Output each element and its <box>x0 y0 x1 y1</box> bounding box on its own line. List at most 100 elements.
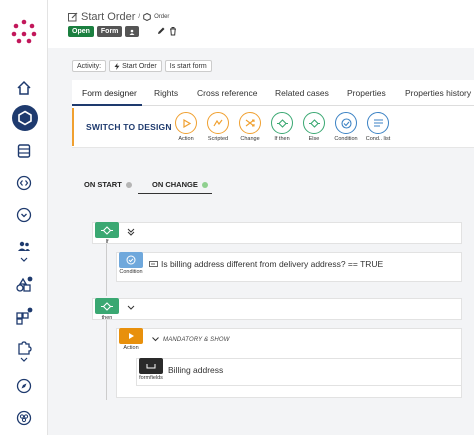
tab-label: Properties history <box>405 88 472 98</box>
action-node[interactable]: Action <box>119 328 143 351</box>
then-node[interactable]: then <box>95 298 119 321</box>
play-icon <box>175 112 197 134</box>
if-block[interactable] <box>92 222 462 244</box>
tool-label: Else <box>308 136 320 142</box>
tab-bar: Form designer Rights Cross reference Rel… <box>72 80 474 106</box>
mode-label: ON CHANGE <box>152 180 198 189</box>
tab-properties[interactable]: Properties <box>347 80 386 106</box>
then-block[interactable] <box>92 298 462 320</box>
tab-cross-reference[interactable]: Cross reference <box>197 80 257 106</box>
tool-label: Action <box>178 136 194 142</box>
type-badge-form: Form <box>96 26 123 37</box>
node-label: Condition <box>119 269 143 275</box>
chevron-down-icon[interactable] <box>126 304 136 312</box>
shuffle-icon <box>239 112 261 134</box>
status-badge-open: Open <box>68 26 94 37</box>
start-form-flag: Is start form <box>164 60 212 72</box>
status-dot <box>125 181 132 188</box>
tab-related-cases[interactable]: Related cases <box>275 80 329 106</box>
home-icon[interactable] <box>12 76 36 100</box>
tool-condition[interactable]: Condition <box>329 112 363 142</box>
field-icon <box>139 358 163 374</box>
database-icon[interactable] <box>12 139 36 163</box>
status-dot <box>201 181 208 188</box>
hexagon-icon[interactable] <box>12 105 38 131</box>
field-icon <box>149 261 158 267</box>
tree-line <box>106 244 107 296</box>
formfields-node[interactable]: formfields <box>139 358 163 381</box>
tab-label: Related cases <box>275 88 329 98</box>
condition-text: Is billing address different from delive… <box>161 259 384 269</box>
list-icon <box>367 112 389 134</box>
chevron-down-icon[interactable] <box>20 357 28 363</box>
tool-scripted[interactable]: Scripted <box>201 112 235 142</box>
tool-label: Scripted <box>207 136 229 142</box>
script-icon <box>207 112 229 134</box>
node-label: then <box>101 315 113 321</box>
users-icon[interactable] <box>12 235 36 259</box>
check-circle-icon <box>335 112 357 134</box>
node-label: formfields <box>139 375 163 381</box>
switch-to-design-button[interactable]: SWITCH TO DESIGN <box>86 122 172 132</box>
tree-line <box>106 320 107 400</box>
shapes-icon[interactable] <box>12 273 36 297</box>
toolbar-accent <box>72 108 74 146</box>
activity-label: Activity: <box>72 60 107 72</box>
pencil-icon[interactable] <box>156 26 166 36</box>
diamond-icon <box>95 298 119 314</box>
sidebar <box>0 0 48 435</box>
tab-label: Form designer <box>82 88 137 98</box>
hexagons-icon[interactable] <box>12 406 36 430</box>
chevron-down-icon[interactable] <box>151 336 160 343</box>
activity-name: Start Order <box>122 62 157 70</box>
code-icon[interactable] <box>12 171 36 195</box>
lightning-icon <box>114 62 120 70</box>
trash-icon[interactable] <box>168 26 178 36</box>
tool-if-then[interactable]: If then <box>265 112 299 142</box>
breadcrumb-separator: / <box>138 14 141 20</box>
tab-label: Rights <box>154 88 179 98</box>
app-logo-icon[interactable] <box>10 18 38 46</box>
field-name: Billing address <box>168 365 224 375</box>
tool-action[interactable]: Action <box>169 112 203 142</box>
mode-label: ON START <box>84 180 122 189</box>
diamond-icon <box>271 112 293 134</box>
tab-properties-history[interactable]: Properties history <box>405 80 471 106</box>
play-icon <box>119 328 143 344</box>
user-badge <box>125 26 140 37</box>
tool-change[interactable]: Change <box>233 112 267 142</box>
breadcrumb: Start Order / Order <box>68 11 169 23</box>
action-caption: MANDATORY & SHOW <box>163 337 230 343</box>
if-node[interactable]: If <box>95 222 119 245</box>
apps-icon[interactable] <box>12 304 36 328</box>
tool-label: If then <box>274 136 290 142</box>
tab-rights[interactable]: Rights <box>154 80 178 106</box>
active-mode-underline <box>138 193 212 194</box>
page-title: Start Order <box>81 11 136 23</box>
check-circle-icon <box>119 252 143 268</box>
tab-label: Properties <box>347 88 386 98</box>
status-row: Open Form <box>68 26 140 37</box>
mode-on-change[interactable]: ON CHANGE <box>152 180 208 189</box>
tool-else[interactable]: Else <box>297 112 331 142</box>
designer-toolbar: SWITCH TO DESIGN Action Scripted Change … <box>72 106 474 148</box>
activity-chip[interactable]: Start Order <box>109 60 162 72</box>
tab-form-designer[interactable]: Form designer <box>82 80 137 106</box>
mode-on-start[interactable]: ON START <box>84 180 132 189</box>
breadcrumb-parent[interactable]: Order <box>154 14 169 20</box>
compass-icon[interactable] <box>12 374 36 398</box>
chevron-circle-icon[interactable] <box>12 203 36 227</box>
condition-expression: Is billing address different from delive… <box>149 259 383 269</box>
tool-label: Change <box>240 136 260 142</box>
activity-row: Activity: Start Order Is start form <box>72 60 212 72</box>
collapse-icon[interactable] <box>126 227 136 237</box>
diamond-icon <box>303 112 325 134</box>
condition-node[interactable]: Condition <box>119 252 143 275</box>
tab-label: Cross reference <box>197 88 258 98</box>
tool-condition-list[interactable]: Cond.. list <box>361 112 395 142</box>
user-icon <box>129 29 135 35</box>
chevron-down-icon[interactable] <box>20 257 28 263</box>
tool-label: Condition <box>334 136 358 142</box>
node-label: Action <box>123 345 139 351</box>
edit-form-icon <box>68 12 78 22</box>
